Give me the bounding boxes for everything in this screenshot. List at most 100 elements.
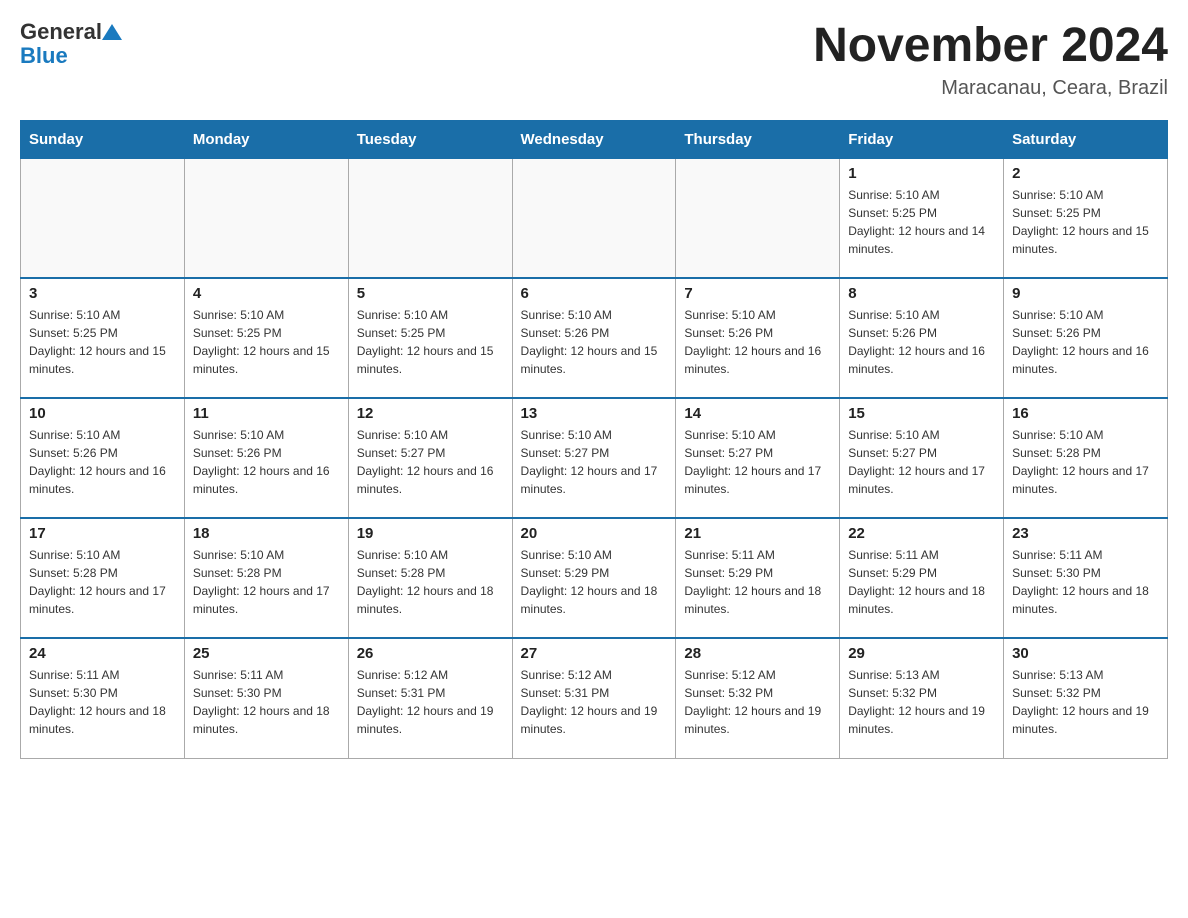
day-info: Sunrise: 5:12 AMSunset: 5:32 PMDaylight:… <box>684 666 831 738</box>
day-number: 3 <box>29 285 176 302</box>
day-of-week-header: Friday <box>840 120 1004 158</box>
day-info: Sunrise: 5:10 AMSunset: 5:27 PMDaylight:… <box>848 426 995 498</box>
day-info: Sunrise: 5:13 AMSunset: 5:32 PMDaylight:… <box>1012 666 1159 738</box>
day-info: Sunrise: 5:11 AMSunset: 5:30 PMDaylight:… <box>1012 546 1159 618</box>
day-info: Sunrise: 5:10 AMSunset: 5:26 PMDaylight:… <box>193 426 340 498</box>
month-title: November 2024 <box>813 20 1168 73</box>
calendar-day-cell: 16Sunrise: 5:10 AMSunset: 5:28 PMDayligh… <box>1004 398 1168 518</box>
calendar-week-row: 10 Sunrise: 5:10 AMSunset: 5:26 PMDayligh… <box>21 398 1168 518</box>
day-info: Sunrise: 5:10 AMSunset: 5:28 PMDaylight:… <box>29 546 176 618</box>
day-number: 18 <box>193 525 340 542</box>
calendar-day-cell: 23 Sunrise: 5:11 AMSunset: 5:30 PMDayligh… <box>1004 518 1168 638</box>
day-number: 21 <box>684 525 831 542</box>
day-info: Sunrise: 5:10 AMSunset: 5:25 PMDaylight:… <box>193 306 340 378</box>
day-number: 6 <box>521 285 668 302</box>
logo-triangle-icon <box>102 22 122 42</box>
calendar-day-cell: 7 Sunrise: 5:10 AMSunset: 5:26 PMDaylight… <box>676 278 840 398</box>
calendar-week-row: 1 Sunrise: 5:10 AMSunset: 5:25 PMDaylight… <box>21 158 1168 278</box>
day-number: 19 <box>357 525 504 542</box>
day-info: Sunrise: 5:11 AMSunset: 5:30 PMDaylight:… <box>29 666 176 738</box>
calendar-day-cell: 20 Sunrise: 5:10 AMSunset: 5:29 PMDayligh… <box>512 518 676 638</box>
day-of-week-header: Sunday <box>21 120 185 158</box>
logo-general: General <box>20 20 102 44</box>
calendar-day-cell: 8 Sunrise: 5:10 AMSunset: 5:26 PMDaylight… <box>840 278 1004 398</box>
calendar-day-cell: 9 Sunrise: 5:10 AMSunset: 5:26 PMDaylight… <box>1004 278 1168 398</box>
logo: General Blue <box>20 20 122 68</box>
day-number: 8 <box>848 285 995 302</box>
day-info: Sunrise: 5:13 AMSunset: 5:32 PMDaylight:… <box>848 666 995 738</box>
day-number: 29 <box>848 645 995 662</box>
calendar-day-cell: 5Sunrise: 5:10 AMSunset: 5:25 PMDaylight… <box>348 278 512 398</box>
day-number: 24 <box>29 645 176 662</box>
calendar-week-row: 24 Sunrise: 5:11 AMSunset: 5:30 PMDayligh… <box>21 638 1168 758</box>
day-number: 26 <box>357 645 504 662</box>
calendar-day-cell: 14Sunrise: 5:10 AMSunset: 5:27 PMDayligh… <box>676 398 840 518</box>
day-number: 4 <box>193 285 340 302</box>
day-info: Sunrise: 5:10 AMSunset: 5:26 PMDaylight:… <box>848 306 995 378</box>
day-info: Sunrise: 5:10 AMSunset: 5:27 PMDaylight:… <box>521 426 668 498</box>
calendar-header-row: SundayMondayTuesdayWednesdayThursdayFrid… <box>21 120 1168 158</box>
day-number: 14 <box>684 405 831 422</box>
calendar-day-cell: 11 Sunrise: 5:10 AMSunset: 5:26 PMDayligh… <box>184 398 348 518</box>
day-info: Sunrise: 5:10 AMSunset: 5:25 PMDaylight:… <box>1012 186 1159 258</box>
day-number: 13 <box>521 405 668 422</box>
day-info: Sunrise: 5:10 AMSunset: 5:26 PMDaylight:… <box>1012 306 1159 378</box>
day-number: 10 <box>29 405 176 422</box>
day-info: Sunrise: 5:10 AMSunset: 5:25 PMDaylight:… <box>848 186 995 258</box>
day-info: Sunrise: 5:10 AMSunset: 5:26 PMDaylight:… <box>521 306 668 378</box>
day-number: 7 <box>684 285 831 302</box>
day-number: 12 <box>357 405 504 422</box>
day-info: Sunrise: 5:11 AMSunset: 5:29 PMDaylight:… <box>684 546 831 618</box>
calendar-day-cell: 22Sunrise: 5:11 AMSunset: 5:29 PMDayligh… <box>840 518 1004 638</box>
calendar-day-cell: 13 Sunrise: 5:10 AMSunset: 5:27 PMDayligh… <box>512 398 676 518</box>
day-number: 11 <box>193 405 340 422</box>
calendar-day-cell: 10 Sunrise: 5:10 AMSunset: 5:26 PMDayligh… <box>21 398 185 518</box>
calendar-day-cell: 19Sunrise: 5:10 AMSunset: 5:28 PMDayligh… <box>348 518 512 638</box>
calendar-day-cell: 30 Sunrise: 5:13 AMSunset: 5:32 PMDayligh… <box>1004 638 1168 758</box>
day-of-week-header: Monday <box>184 120 348 158</box>
calendar-week-row: 3 Sunrise: 5:10 AMSunset: 5:25 PMDaylight… <box>21 278 1168 398</box>
day-number: 27 <box>521 645 668 662</box>
day-of-week-header: Saturday <box>1004 120 1168 158</box>
day-number: 16 <box>1012 405 1159 422</box>
day-info: Sunrise: 5:10 AMSunset: 5:25 PMDaylight:… <box>357 306 504 378</box>
calendar-day-cell <box>512 158 676 278</box>
day-info: Sunrise: 5:11 AMSunset: 5:30 PMDaylight:… <box>193 666 340 738</box>
day-number: 2 <box>1012 165 1159 182</box>
calendar-day-cell: 27Sunrise: 5:12 AMSunset: 5:31 PMDayligh… <box>512 638 676 758</box>
calendar-day-cell <box>676 158 840 278</box>
day-info: Sunrise: 5:10 AMSunset: 5:26 PMDaylight:… <box>29 426 176 498</box>
calendar-day-cell: 17Sunrise: 5:10 AMSunset: 5:28 PMDayligh… <box>21 518 185 638</box>
calendar-table: SundayMondayTuesdayWednesdayThursdayFrid… <box>20 120 1168 759</box>
day-of-week-header: Thursday <box>676 120 840 158</box>
day-of-week-header: Tuesday <box>348 120 512 158</box>
day-number: 9 <box>1012 285 1159 302</box>
calendar-day-cell: 12Sunrise: 5:10 AMSunset: 5:27 PMDayligh… <box>348 398 512 518</box>
day-info: Sunrise: 5:10 AMSunset: 5:29 PMDaylight:… <box>521 546 668 618</box>
calendar-day-cell: 2 Sunrise: 5:10 AMSunset: 5:25 PMDaylight… <box>1004 158 1168 278</box>
day-number: 20 <box>521 525 668 542</box>
page-header: General Blue November 2024 Maracanau, Ce… <box>20 20 1168 100</box>
calendar-day-cell: 28 Sunrise: 5:12 AMSunset: 5:32 PMDayligh… <box>676 638 840 758</box>
day-number: 23 <box>1012 525 1159 542</box>
day-number: 30 <box>1012 645 1159 662</box>
day-number: 1 <box>848 165 995 182</box>
location: Maracanau, Ceara, Brazil <box>813 77 1168 100</box>
calendar-day-cell: 15Sunrise: 5:10 AMSunset: 5:27 PMDayligh… <box>840 398 1004 518</box>
calendar-day-cell: 25Sunrise: 5:11 AMSunset: 5:30 PMDayligh… <box>184 638 348 758</box>
calendar-day-cell: 6 Sunrise: 5:10 AMSunset: 5:26 PMDaylight… <box>512 278 676 398</box>
calendar-day-cell: 29 Sunrise: 5:13 AMSunset: 5:32 PMDayligh… <box>840 638 1004 758</box>
calendar-day-cell <box>21 158 185 278</box>
calendar-day-cell: 21 Sunrise: 5:11 AMSunset: 5:29 PMDayligh… <box>676 518 840 638</box>
calendar-day-cell: 1 Sunrise: 5:10 AMSunset: 5:25 PMDaylight… <box>840 158 1004 278</box>
calendar-day-cell: 4 Sunrise: 5:10 AMSunset: 5:25 PMDaylight… <box>184 278 348 398</box>
day-of-week-header: Wednesday <box>512 120 676 158</box>
calendar-day-cell <box>184 158 348 278</box>
calendar-day-cell: 18Sunrise: 5:10 AMSunset: 5:28 PMDayligh… <box>184 518 348 638</box>
day-number: 28 <box>684 645 831 662</box>
calendar-day-cell: 24 Sunrise: 5:11 AMSunset: 5:30 PMDayligh… <box>21 638 185 758</box>
calendar-day-cell: 26Sunrise: 5:12 AMSunset: 5:31 PMDayligh… <box>348 638 512 758</box>
logo-text: General Blue <box>20 20 122 68</box>
calendar-day-cell <box>348 158 512 278</box>
day-info: Sunrise: 5:10 AMSunset: 5:26 PMDaylight:… <box>684 306 831 378</box>
